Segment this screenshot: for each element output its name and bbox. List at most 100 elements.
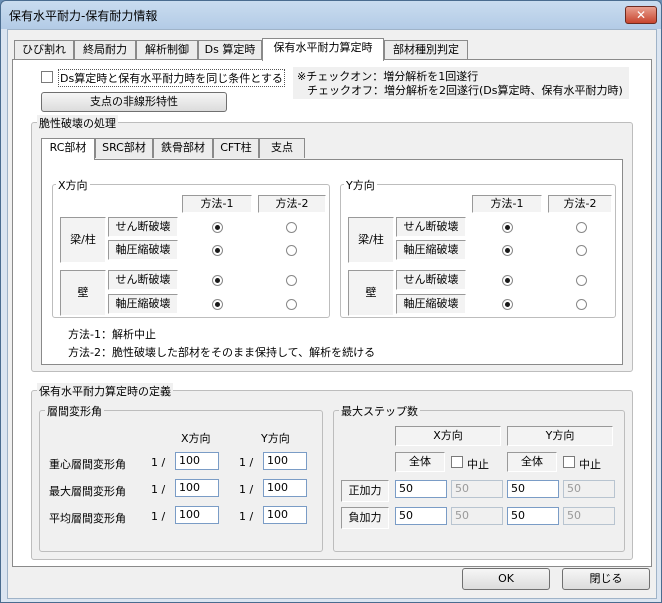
steps-y-stop-label: 中止 — [579, 458, 601, 471]
y-beam-shear-method2-radio[interactable] — [576, 222, 587, 233]
y-wall-axial-method1-radio[interactable] — [502, 299, 513, 310]
y-wall-shear-label: せん断破壊 — [396, 270, 466, 290]
x-beam-column-label: 梁/柱 — [60, 217, 106, 263]
x-beam-axial-method2-radio[interactable] — [286, 245, 297, 256]
x-method1-header: 方法-1 — [182, 195, 252, 213]
drift-avg-x-input[interactable]: 100 — [175, 506, 219, 524]
title-bar: 保有水平耐力-保有耐力情報 ✕ — [1, 1, 661, 29]
steps-x-all-header: 全体 — [395, 452, 445, 472]
x-wall-axial-method2-radio[interactable] — [286, 299, 297, 310]
x-wall-shear-label: せん断破壊 — [108, 270, 178, 290]
steps-x-stop-checkbox[interactable] — [451, 456, 463, 468]
y-method2-header: 方法-2 — [548, 195, 612, 213]
steps-y-stop-checkbox[interactable] — [563, 456, 575, 468]
steps-neg-x-stop-input: 50 — [451, 507, 503, 525]
steps-x-stop-label: 中止 — [467, 458, 489, 471]
drift-max-x-input[interactable]: 100 — [175, 479, 219, 497]
drift-max-y-prefix: 1 / — [239, 483, 254, 496]
y-wall-shear-method2-radio[interactable] — [576, 275, 587, 286]
drift-avg-y-prefix: 1 / — [239, 510, 254, 523]
steps-x-header: X方向 — [395, 426, 501, 446]
tab-horizontal-capacity[interactable]: 保有水平耐力算定時 — [262, 38, 384, 61]
x-wall-shear-method2-radio[interactable] — [286, 275, 297, 286]
support-nonlinear-button[interactable]: 支点の非線形特性 — [41, 92, 227, 112]
drift-max-y-input[interactable]: 100 — [263, 479, 307, 497]
steps-y-header: Y方向 — [507, 426, 613, 446]
tab-src-member[interactable]: SRC部材 — [95, 138, 153, 158]
drift-avg-x-prefix: 1 / — [151, 510, 166, 523]
tab-cft-column[interactable]: CFT柱 — [213, 138, 259, 158]
steps-pos-y-all-input[interactable]: 50 — [507, 480, 559, 498]
y-wall-shear-method1-radio[interactable] — [502, 275, 513, 286]
y-wall-axial-method2-radio[interactable] — [576, 299, 587, 310]
drift-group-title: 層間変形角 — [45, 403, 104, 419]
steps-neg-x-all-input[interactable]: 50 — [395, 507, 447, 525]
steps-y-all-header: 全体 — [507, 452, 557, 472]
drift-center-x-prefix: 1 / — [151, 456, 166, 469]
x-beam-axial-method1-radio[interactable] — [212, 245, 223, 256]
steps-negative-label: 負加力 — [341, 507, 389, 529]
x-wall-axial-label: 軸圧縮破壊 — [108, 294, 178, 314]
ok-button[interactable]: OK — [462, 568, 550, 590]
tab-ds-calc[interactable]: Ds 算定時 — [198, 40, 262, 60]
y-beam-axial-method2-radio[interactable] — [576, 245, 587, 256]
drift-center-y-prefix: 1 / — [239, 456, 254, 469]
y-beam-shear-method1-radio[interactable] — [502, 222, 513, 233]
x-direction-title: X方向 — [56, 177, 90, 193]
drift-max-x-prefix: 1 / — [151, 483, 166, 496]
drift-max-label: 最大層間変形角 — [49, 485, 126, 498]
x-method2-header: 方法-2 — [258, 195, 326, 213]
steps-positive-label: 正加力 — [341, 480, 389, 502]
brittle-tabbar: RC部材 SRC部材 鉄骨部材 CFT柱 支点 — [41, 138, 341, 160]
definition-group-title: 保有水平耐力算定時の定義 — [37, 383, 173, 399]
dialog-client: ひび割れ 終局耐力 解析制御 Ds 算定時 保有水平耐力算定時 部材種別判定 D… — [7, 29, 657, 599]
tab-analysis-control[interactable]: 解析制御 — [136, 40, 198, 60]
close-icon[interactable]: ✕ — [625, 6, 657, 24]
steps-pos-x-stop-input: 50 — [451, 480, 503, 498]
same-condition-label: Ds算定時と保有水平耐力時を同じ条件とする — [58, 69, 285, 87]
close-button[interactable]: 閉じる — [562, 568, 650, 590]
y-wall-label: 壁 — [348, 270, 394, 316]
drift-center-y-input[interactable]: 100 — [263, 452, 307, 470]
drift-avg-label: 平均層間変形角 — [49, 512, 126, 525]
y-method1-header: 方法-1 — [472, 195, 542, 213]
steps-pos-y-stop-input: 50 — [563, 480, 615, 498]
rc-member-page: X方向 方法-1 方法-2 梁/柱 せん断破壊 軸圧縮破壊 壁 せん断破壊 軸圧… — [41, 159, 623, 365]
method1-note: 方法-1：解析中止 — [68, 328, 156, 341]
brittle-group-title: 脆性破壊の処理 — [37, 115, 118, 131]
x-beam-shear-method2-radio[interactable] — [286, 222, 297, 233]
tab-support[interactable]: 支点 — [259, 138, 305, 158]
y-beam-axial-label: 軸圧縮破壊 — [396, 240, 466, 260]
x-wall-label: 壁 — [60, 270, 106, 316]
tab-steel-member[interactable]: 鉄骨部材 — [153, 138, 213, 158]
tab-rc-member[interactable]: RC部材 — [41, 138, 95, 160]
x-wall-shear-method1-radio[interactable] — [212, 275, 223, 286]
x-wall-axial-method1-radio[interactable] — [212, 299, 223, 310]
x-beam-axial-label: 軸圧縮破壊 — [108, 240, 178, 260]
note-box: ※チェックオン：増分解析を1回遂行 チェックオフ：増分解析を2回遂行(Ds算定時… — [293, 67, 629, 99]
y-direction-title: Y方向 — [344, 177, 377, 193]
drift-y-header: Y方向 — [261, 432, 290, 445]
y-beam-shear-label: せん断破壊 — [396, 217, 466, 237]
x-beam-shear-label: せん断破壊 — [108, 217, 178, 237]
y-beam-axial-method1-radio[interactable] — [502, 245, 513, 256]
drift-x-header: X方向 — [181, 432, 211, 445]
window-title: 保有水平耐力-保有耐力情報 — [9, 9, 158, 23]
y-beam-column-label: 梁/柱 — [348, 217, 394, 263]
tab-cracking[interactable]: ひび割れ — [14, 40, 74, 60]
same-condition-checkbox[interactable] — [41, 71, 53, 83]
tab-page: Ds算定時と保有水平耐力時を同じ条件とする ※チェックオン：増分解析を1回遂行 … — [12, 59, 652, 567]
steps-group-title: 最大ステップ数 — [339, 403, 420, 419]
method2-note: 方法-2：脆性破壊した部材をそのまま保持して、解析を続ける — [68, 346, 376, 359]
note-line-2: チェックオフ：増分解析を2回遂行(Ds算定時、保有水平耐力時) — [307, 84, 623, 97]
steps-pos-x-all-input[interactable]: 50 — [395, 480, 447, 498]
tab-ultimate-strength[interactable]: 終局耐力 — [74, 40, 136, 60]
drift-center-x-input[interactable]: 100 — [175, 452, 219, 470]
drift-center-label: 重心層間変形角 — [49, 458, 126, 471]
x-beam-shear-method1-radio[interactable] — [212, 222, 223, 233]
tab-member-type[interactable]: 部材種別判定 — [384, 40, 468, 60]
steps-neg-y-all-input[interactable]: 50 — [507, 507, 559, 525]
y-wall-axial-label: 軸圧縮破壊 — [396, 294, 466, 314]
dialog-window: 保有水平耐力-保有耐力情報 ✕ ひび割れ 終局耐力 解析制御 Ds 算定時 保有… — [0, 0, 662, 603]
drift-avg-y-input[interactable]: 100 — [263, 506, 307, 524]
